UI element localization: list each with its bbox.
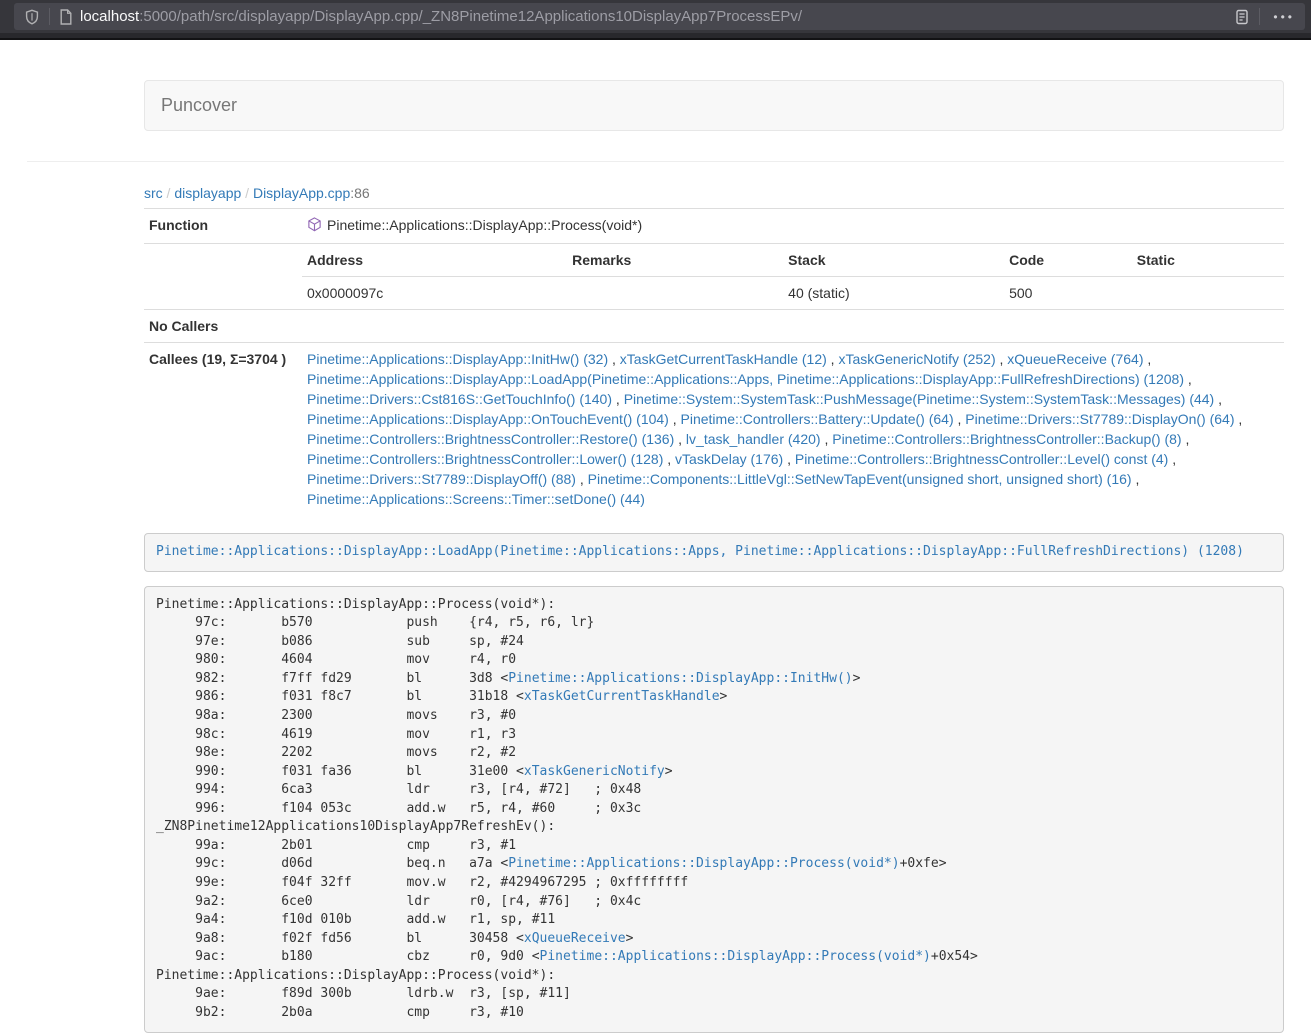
no-callers-label: No Callers	[144, 310, 302, 343]
callee-link[interactable]: Pinetime::Components::LittleVgl::SetNewT…	[588, 471, 1132, 487]
callee-separator: ,	[1132, 471, 1140, 487]
callee-separator: ,	[1168, 451, 1176, 467]
callee-separator: ,	[669, 411, 681, 427]
callee-separator: ,	[1235, 411, 1243, 427]
no-callers-row: No Callers	[144, 310, 1284, 343]
url-bar[interactable]: localhost:5000/path/src/displayapp/Displ…	[14, 3, 1305, 30]
callee-separator: ,	[674, 431, 686, 447]
browser-chrome: localhost:5000/path/src/displayapp/Displ…	[0, 0, 1311, 33]
function-label: Function	[144, 209, 302, 244]
callee-separator: ,	[608, 351, 620, 367]
callee-separator: ,	[1182, 431, 1190, 447]
callee-link[interactable]: Pinetime::Controllers::BrightnessControl…	[307, 431, 674, 447]
details-value-row: 0x0000097c 40 (static) 500	[302, 277, 1284, 310]
asm-symbol-link[interactable]: Pinetime::Applications::DisplayApp::Proc…	[508, 856, 899, 871]
no-callers-cell	[302, 310, 1284, 343]
asm-symbol-link[interactable]: xTaskGenericNotify	[524, 764, 665, 779]
callee-link[interactable]: Pinetime::Controllers::BrightnessControl…	[832, 431, 1181, 447]
breadcrumb-separator: /	[163, 185, 175, 201]
value-address: 0x0000097c	[302, 277, 567, 310]
callee-link[interactable]: Pinetime::Applications::Screens::Timer::…	[307, 491, 645, 507]
callee-link[interactable]: vTaskDelay (176)	[675, 451, 783, 467]
callee-link[interactable]: lv_task_handler (420)	[686, 431, 821, 447]
col-stack: Stack	[783, 244, 1004, 277]
callees-row: Callees (19, Σ=3704 ) Pinetime::Applicat…	[144, 343, 1284, 516]
callee-separator: ,	[663, 451, 675, 467]
value-static	[1132, 277, 1284, 310]
details-row: Address Remarks Stack Code Static 0x0000…	[144, 244, 1284, 310]
details-label-empty	[144, 244, 302, 310]
col-remarks: Remarks	[567, 244, 783, 277]
urlbar-separator	[1259, 8, 1260, 25]
breadcrumb-link[interactable]: displayapp	[174, 185, 241, 201]
navbar: Puncover	[144, 80, 1284, 131]
package-icon	[307, 217, 322, 237]
breadcrumb-link[interactable]: src	[144, 185, 163, 201]
details-table: Address Remarks Stack Code Static 0x0000…	[302, 244, 1284, 309]
callee-separator: ,	[1184, 371, 1192, 387]
asm-symbol-link[interactable]: xQueueReceive	[524, 931, 626, 946]
divider	[27, 161, 1284, 162]
callee-link[interactable]: Pinetime::Drivers::St7789::DisplayOff() …	[307, 471, 576, 487]
col-static: Static	[1132, 244, 1284, 277]
chrome-bottom-strip	[0, 33, 1311, 40]
breadcrumb-separator: /	[241, 185, 253, 201]
selected-callee-box: Pinetime::Applications::DisplayApp::Load…	[144, 533, 1284, 572]
value-stack: 40 (static)	[783, 277, 1004, 310]
callee-link[interactable]: Pinetime::Applications::DisplayApp::Init…	[307, 351, 608, 367]
callee-separator: ,	[576, 471, 588, 487]
selected-callee-link[interactable]: Pinetime::Applications::DisplayApp::Load…	[156, 544, 1244, 559]
asm-symbol-link[interactable]: Pinetime::Applications::DisplayApp::Init…	[508, 671, 852, 686]
details-cell: Address Remarks Stack Code Static 0x0000…	[302, 244, 1284, 310]
callee-link[interactable]: xTaskGenericNotify (252)	[838, 351, 995, 367]
callee-link[interactable]: Pinetime::Controllers::Battery::Update()…	[681, 411, 954, 427]
function-name-cell: Pinetime::Applications::DisplayApp::Proc…	[302, 209, 1284, 244]
asm-symbol-link[interactable]: Pinetime::Applications::DisplayApp::Proc…	[540, 949, 931, 964]
page-actions-menu-icon[interactable]: •••	[1273, 10, 1295, 24]
callee-separator: ,	[783, 451, 795, 467]
function-table: Function Pinetime::Applications::Display…	[144, 208, 1284, 515]
callee-separator: ,	[612, 391, 624, 407]
callees-label: Callees (19, Σ=3704 )	[144, 343, 302, 516]
callee-separator: ,	[996, 351, 1008, 367]
function-name: Pinetime::Applications::DisplayApp::Proc…	[327, 217, 642, 233]
value-code: 500	[1004, 277, 1132, 310]
url-host: localhost	[80, 8, 139, 25]
breadcrumb-link[interactable]: DisplayApp.cpp	[253, 185, 350, 201]
breadcrumb-line-number: :86	[350, 185, 369, 201]
callee-link[interactable]: Pinetime::Controllers::BrightnessControl…	[795, 451, 1168, 467]
col-address: Address	[302, 244, 567, 277]
urlbar-separator	[49, 8, 50, 25]
callee-link[interactable]: xTaskGetCurrentTaskHandle (12)	[620, 351, 827, 367]
callee-link[interactable]: Pinetime::Controllers::BrightnessControl…	[307, 451, 663, 467]
function-row: Function Pinetime::Applications::Display…	[144, 209, 1284, 244]
value-remarks	[567, 277, 783, 310]
col-code: Code	[1004, 244, 1132, 277]
callee-link[interactable]: Pinetime::Drivers::Cst816S::GetTouchInfo…	[307, 391, 612, 407]
breadcrumb: src / displayapp / DisplayApp.cpp:86	[144, 183, 1284, 203]
callee-link[interactable]: Pinetime::System::SystemTask::PushMessag…	[624, 391, 1215, 407]
url-text[interactable]: localhost:5000/path/src/displayapp/Displ…	[80, 8, 1234, 25]
page-icon	[59, 9, 73, 25]
asm-symbol-link[interactable]: xTaskGetCurrentTaskHandle	[524, 689, 720, 704]
callee-separator: ,	[821, 431, 833, 447]
callee-link[interactable]: Pinetime::Applications::DisplayApp::Load…	[307, 371, 1184, 387]
callee-separator: ,	[954, 411, 966, 427]
callee-link[interactable]: Pinetime::Applications::DisplayApp::OnTo…	[307, 411, 669, 427]
callee-link[interactable]: xQueueReceive (764)	[1007, 351, 1143, 367]
callees-list: Pinetime::Applications::DisplayApp::Init…	[302, 343, 1284, 516]
callee-separator: ,	[1214, 391, 1222, 407]
details-header-row: Address Remarks Stack Code Static	[302, 244, 1284, 277]
url-path: :5000/path/src/displayapp/DisplayApp.cpp…	[139, 8, 802, 25]
shield-icon[interactable]	[24, 9, 40, 25]
content-container: src / displayapp / DisplayApp.cpp:86 Fun…	[144, 183, 1284, 1033]
callee-link[interactable]: Pinetime::Drivers::St7789::DisplayOn() (…	[965, 411, 1234, 427]
callee-separator: ,	[1143, 351, 1151, 367]
callee-separator: ,	[827, 351, 839, 367]
assembly-code: Pinetime::Applications::DisplayApp::Proc…	[144, 586, 1284, 1033]
reader-mode-icon[interactable]	[1234, 9, 1250, 25]
brand-link[interactable]: Puncover	[145, 81, 253, 130]
